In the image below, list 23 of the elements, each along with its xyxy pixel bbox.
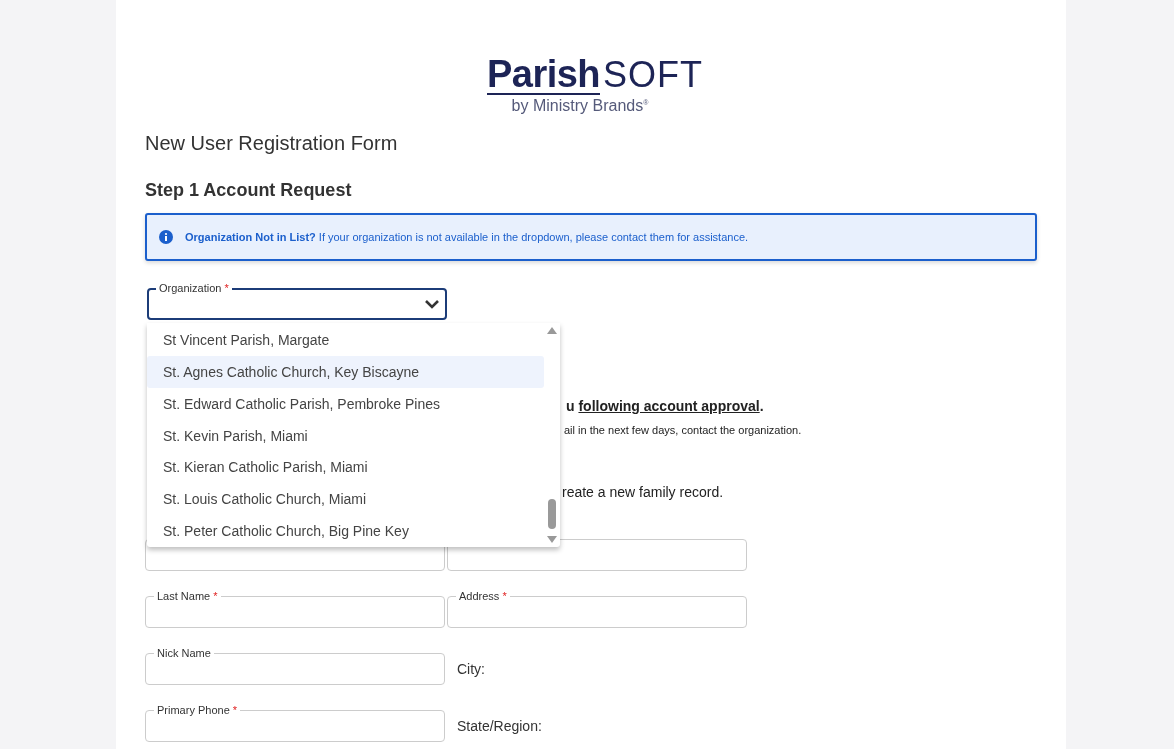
scroll-down-icon[interactable]	[547, 535, 557, 543]
info-message: Organization Not in List? If your organization is not available in the dropdown, please contact them for assistance.	[185, 231, 749, 243]
logo-tagline: by Ministry Brands$^{®}$	[511, 97, 649, 115]
dropdown-option[interactable]: St Vincent Parish, Margate	[147, 324, 544, 356]
instruction-text: reate a new family record.	[562, 484, 724, 500]
dropdown-option[interactable]: St. Kieran Catholic Parish, Miami	[147, 451, 544, 484]
email-note: ail in the next few days, contact the organization.	[564, 424, 802, 436]
scrollbar-thumb[interactable]	[548, 499, 556, 529]
dropdown-option[interactable]: St. Edward Catholic Parish, Pembroke Pines	[147, 387, 544, 420]
dropdown-option[interactable]: St. Peter Catholic Church, Big Pine Key	[147, 515, 544, 547]
logo-wordmark: SOFT	[603, 57, 704, 95]
logo-wordmark: Parish	[486, 55, 601, 95]
step-heading: Step 1 Account Request	[145, 180, 352, 201]
chevron-icon	[425, 299, 439, 309]
field-label: State/Region:	[456, 717, 542, 734]
dropdown-option[interactable]: St. Louis Catholic Church, Miami	[147, 483, 544, 516]
form-title: New User Registration Form	[145, 132, 398, 155]
info-icon	[159, 230, 173, 244]
field-label: City:	[456, 660, 485, 677]
dropdown-option[interactable]: St. Agnes Catholic Church, Key Biscayne	[147, 355, 544, 388]
dropdown-option[interactable]: St. Kevin Parish, Miami	[147, 419, 544, 452]
scroll-up-icon[interactable]	[547, 327, 557, 335]
approval-text: u following account approval.	[566, 398, 764, 414]
